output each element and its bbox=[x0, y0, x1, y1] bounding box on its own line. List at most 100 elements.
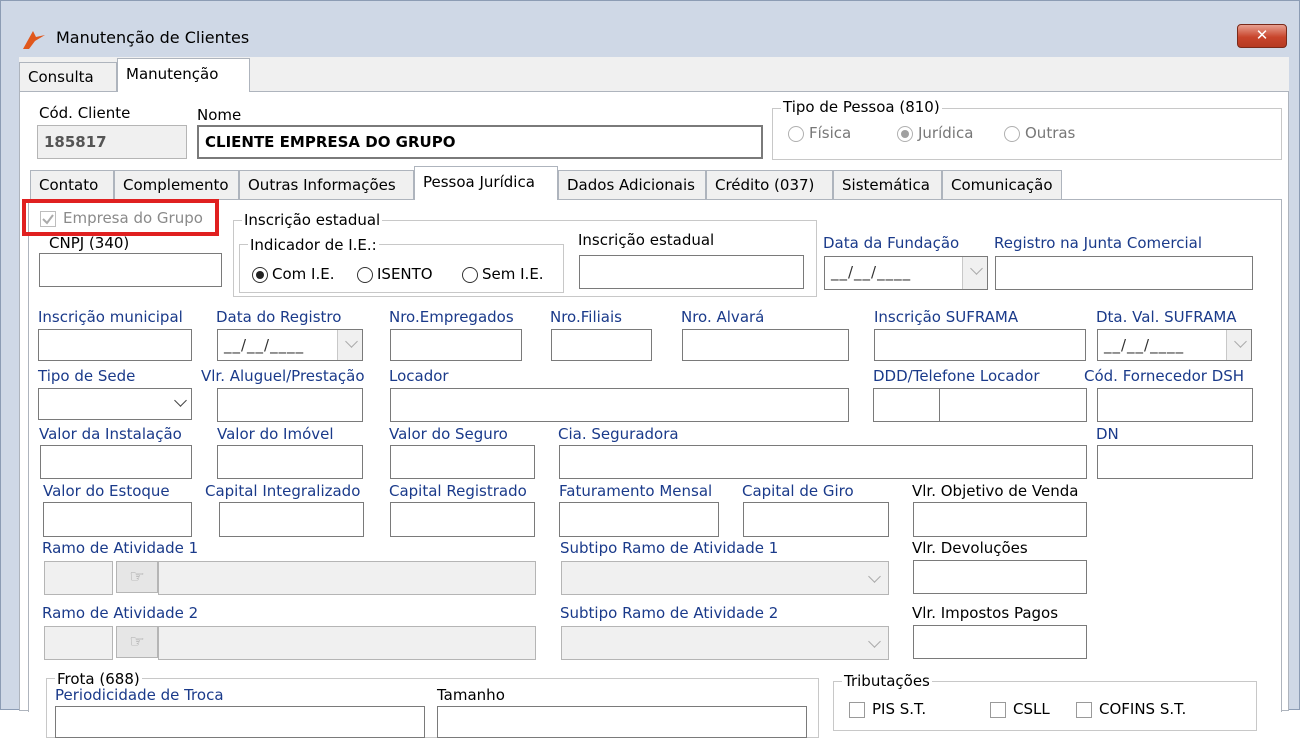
radio-isento-label: ISENTO bbox=[377, 265, 433, 283]
subtab-contato[interactable]: Contato bbox=[30, 170, 114, 200]
subtab-sistematica[interactable]: Sistemática bbox=[833, 170, 942, 200]
pis-st-checkbox[interactable] bbox=[849, 702, 865, 718]
nro-alvara-label: Nro. Alvará bbox=[681, 308, 765, 326]
dta-val-suframa-input[interactable]: __/__/____ bbox=[1097, 329, 1252, 361]
vlr-impostos-input[interactable] bbox=[913, 625, 1087, 659]
cofins-st-checkbox[interactable] bbox=[1076, 702, 1092, 718]
telefone-locador-input[interactable] bbox=[939, 388, 1087, 422]
radio-sem-ie[interactable] bbox=[462, 267, 478, 283]
dta-val-suframa-label: Dta. Val. SUFRAMA bbox=[1096, 308, 1237, 326]
nome-input[interactable]: CLIENTE EMPRESA DO GRUPO bbox=[197, 125, 763, 159]
locador-input[interactable] bbox=[390, 388, 849, 422]
subtipo-ramo1-label: Subtipo Ramo de Atividade 1 bbox=[560, 539, 779, 557]
vlr-aluguel-input[interactable] bbox=[217, 388, 363, 422]
valor-instalacao-input[interactable] bbox=[40, 445, 192, 479]
subtab-credito[interactable]: Crédito (037) bbox=[706, 170, 833, 200]
vlr-devolucoes-label: Vlr. Devoluções bbox=[912, 539, 1028, 557]
valor-seguro-input[interactable] bbox=[390, 445, 535, 479]
nro-filiais-input[interactable] bbox=[551, 329, 652, 361]
ddd-locador-input[interactable] bbox=[873, 388, 941, 422]
tamanho-input[interactable] bbox=[437, 706, 807, 738]
radio-juridica[interactable] bbox=[897, 126, 913, 142]
hand-pointer-icon: ☞ bbox=[129, 567, 145, 587]
cnpj-label: CNPJ (340) bbox=[49, 234, 130, 252]
window: Manutenção de Clientes ✕ Consulta Manute… bbox=[0, 0, 1300, 738]
cia-seguradora-input[interactable] bbox=[559, 445, 1087, 479]
inscricao-suframa-input[interactable] bbox=[874, 329, 1086, 361]
ie-group: Inscrição estadual Indicador de I.E.: Co… bbox=[233, 211, 817, 297]
capital-giro-label: Capital de Giro bbox=[742, 482, 854, 500]
cofins-st-label: COFINS S.T. bbox=[1099, 700, 1187, 718]
tipo-sede-select[interactable] bbox=[38, 388, 192, 420]
data-registro-input[interactable]: __/__/____ bbox=[217, 329, 363, 361]
vlr-aluguel-label: Vlr. Aluguel/Prestação bbox=[201, 367, 365, 385]
capital-integralizado-input[interactable] bbox=[219, 502, 364, 537]
pessoa-juridica-panel: Empresa do Grupo CNPJ (340) Inscrição es… bbox=[22, 199, 1282, 738]
ramo-atividade1-code bbox=[44, 561, 113, 595]
radio-juridica-label: Jurídica bbox=[918, 124, 974, 142]
nome-value: CLIENTE EMPRESA DO GRUPO bbox=[205, 133, 456, 151]
data-fundacao-input[interactable]: __/__/____ bbox=[824, 256, 988, 290]
subtab-outras-informacoes[interactable]: Outras Informações bbox=[239, 170, 414, 200]
cod-fornecedor-input[interactable] bbox=[1097, 388, 1253, 422]
nro-alvara-input[interactable] bbox=[682, 329, 849, 361]
subtab-comunicacao[interactable]: Comunicação bbox=[942, 170, 1062, 200]
radio-isento[interactable] bbox=[357, 267, 373, 283]
vlr-devolucoes-input[interactable] bbox=[913, 560, 1087, 594]
data-registro-label: Data do Registro bbox=[216, 308, 342, 326]
vlr-objetivo-venda-input[interactable] bbox=[913, 502, 1087, 537]
subtab-pessoa-juridica[interactable]: Pessoa Jurídica bbox=[414, 166, 558, 200]
nome-label: Nome bbox=[197, 106, 242, 124]
close-button[interactable]: ✕ bbox=[1237, 24, 1287, 48]
capital-giro-input[interactable] bbox=[743, 502, 889, 537]
data-registro-dropdown[interactable] bbox=[337, 330, 362, 360]
tipo-sede-label: Tipo de Sede bbox=[38, 367, 136, 385]
cnpj-input[interactable] bbox=[39, 253, 222, 287]
tipo-pessoa-label: Tipo de Pessoa (810) bbox=[781, 98, 942, 116]
tipo-pessoa-group: Tipo de Pessoa (810) Física Jurídica Out… bbox=[772, 98, 1282, 160]
valor-imovel-input[interactable] bbox=[217, 445, 363, 479]
ie-group-label: Inscrição estadual bbox=[242, 211, 383, 229]
faturamento-mensal-label: Faturamento Mensal bbox=[559, 482, 713, 500]
ddd-tel-locador-label: DDD/Telefone Locador bbox=[873, 367, 1040, 385]
periodicidade-input[interactable] bbox=[55, 706, 425, 738]
dn-input[interactable] bbox=[1097, 445, 1253, 479]
inscricao-municipal-input[interactable] bbox=[38, 329, 192, 361]
ramo-atividade1-lookup-button[interactable]: ☞ bbox=[116, 561, 158, 593]
subtipo-ramo2-select[interactable] bbox=[561, 626, 889, 660]
capital-registrado-input[interactable] bbox=[390, 502, 535, 537]
valor-instalacao-label: Valor da Instalação bbox=[39, 425, 182, 443]
faturamento-mensal-input[interactable] bbox=[559, 502, 719, 537]
locador-label: Locador bbox=[389, 367, 449, 385]
capital-registrado-label: Capital Registrado bbox=[389, 482, 527, 500]
nro-filiais-label: Nro.Filiais bbox=[550, 308, 622, 326]
subtipo-ramo2-label: Subtipo Ramo de Atividade 2 bbox=[560, 604, 779, 622]
radio-outras[interactable] bbox=[1004, 126, 1020, 142]
data-fundacao-dropdown[interactable] bbox=[962, 257, 987, 289]
tab-manutencao[interactable]: Manutenção bbox=[117, 58, 250, 92]
csll-checkbox[interactable] bbox=[990, 702, 1006, 718]
ie-input[interactable] bbox=[579, 255, 804, 289]
ramo-atividade2-lookup-button[interactable]: ☞ bbox=[116, 626, 158, 658]
radio-com-ie[interactable] bbox=[252, 267, 268, 283]
subtab-dados-adicionais[interactable]: Dados Adicionais bbox=[558, 170, 706, 200]
valor-imovel-label: Valor do Imóvel bbox=[217, 425, 334, 443]
radio-fisica[interactable] bbox=[788, 126, 804, 142]
radio-sem-ie-label: Sem I.E. bbox=[482, 265, 544, 283]
indicador-ie-group: Indicador de I.E.: Com I.E. ISENTO Sem I… bbox=[239, 236, 564, 293]
nro-empregados-input[interactable] bbox=[390, 329, 522, 361]
manutencao-panel: Cód. Cliente 185817 Nome CLIENTE EMPRESA… bbox=[19, 91, 1289, 738]
dta-val-suframa-dropdown[interactable] bbox=[1226, 330, 1251, 360]
registro-junta-input[interactable] bbox=[995, 256, 1253, 290]
chevron-down-icon bbox=[868, 635, 881, 648]
frota-group: Frota (688) Periodicidade de Troca Taman… bbox=[46, 670, 819, 738]
inscricao-suframa-label: Inscrição SUFRAMA bbox=[874, 308, 1019, 326]
subtipo-ramo1-select[interactable] bbox=[561, 561, 889, 595]
tab-consulta[interactable]: Consulta bbox=[19, 62, 117, 92]
subtab-complemento[interactable]: Complemento bbox=[114, 170, 239, 200]
radio-com-ie-label: Com I.E. bbox=[272, 265, 335, 283]
ie-label: Inscrição estadual bbox=[578, 231, 715, 249]
app-logo-icon bbox=[23, 31, 45, 49]
hand-pointer-icon: ☞ bbox=[129, 632, 145, 652]
valor-estoque-input[interactable] bbox=[43, 502, 192, 537]
